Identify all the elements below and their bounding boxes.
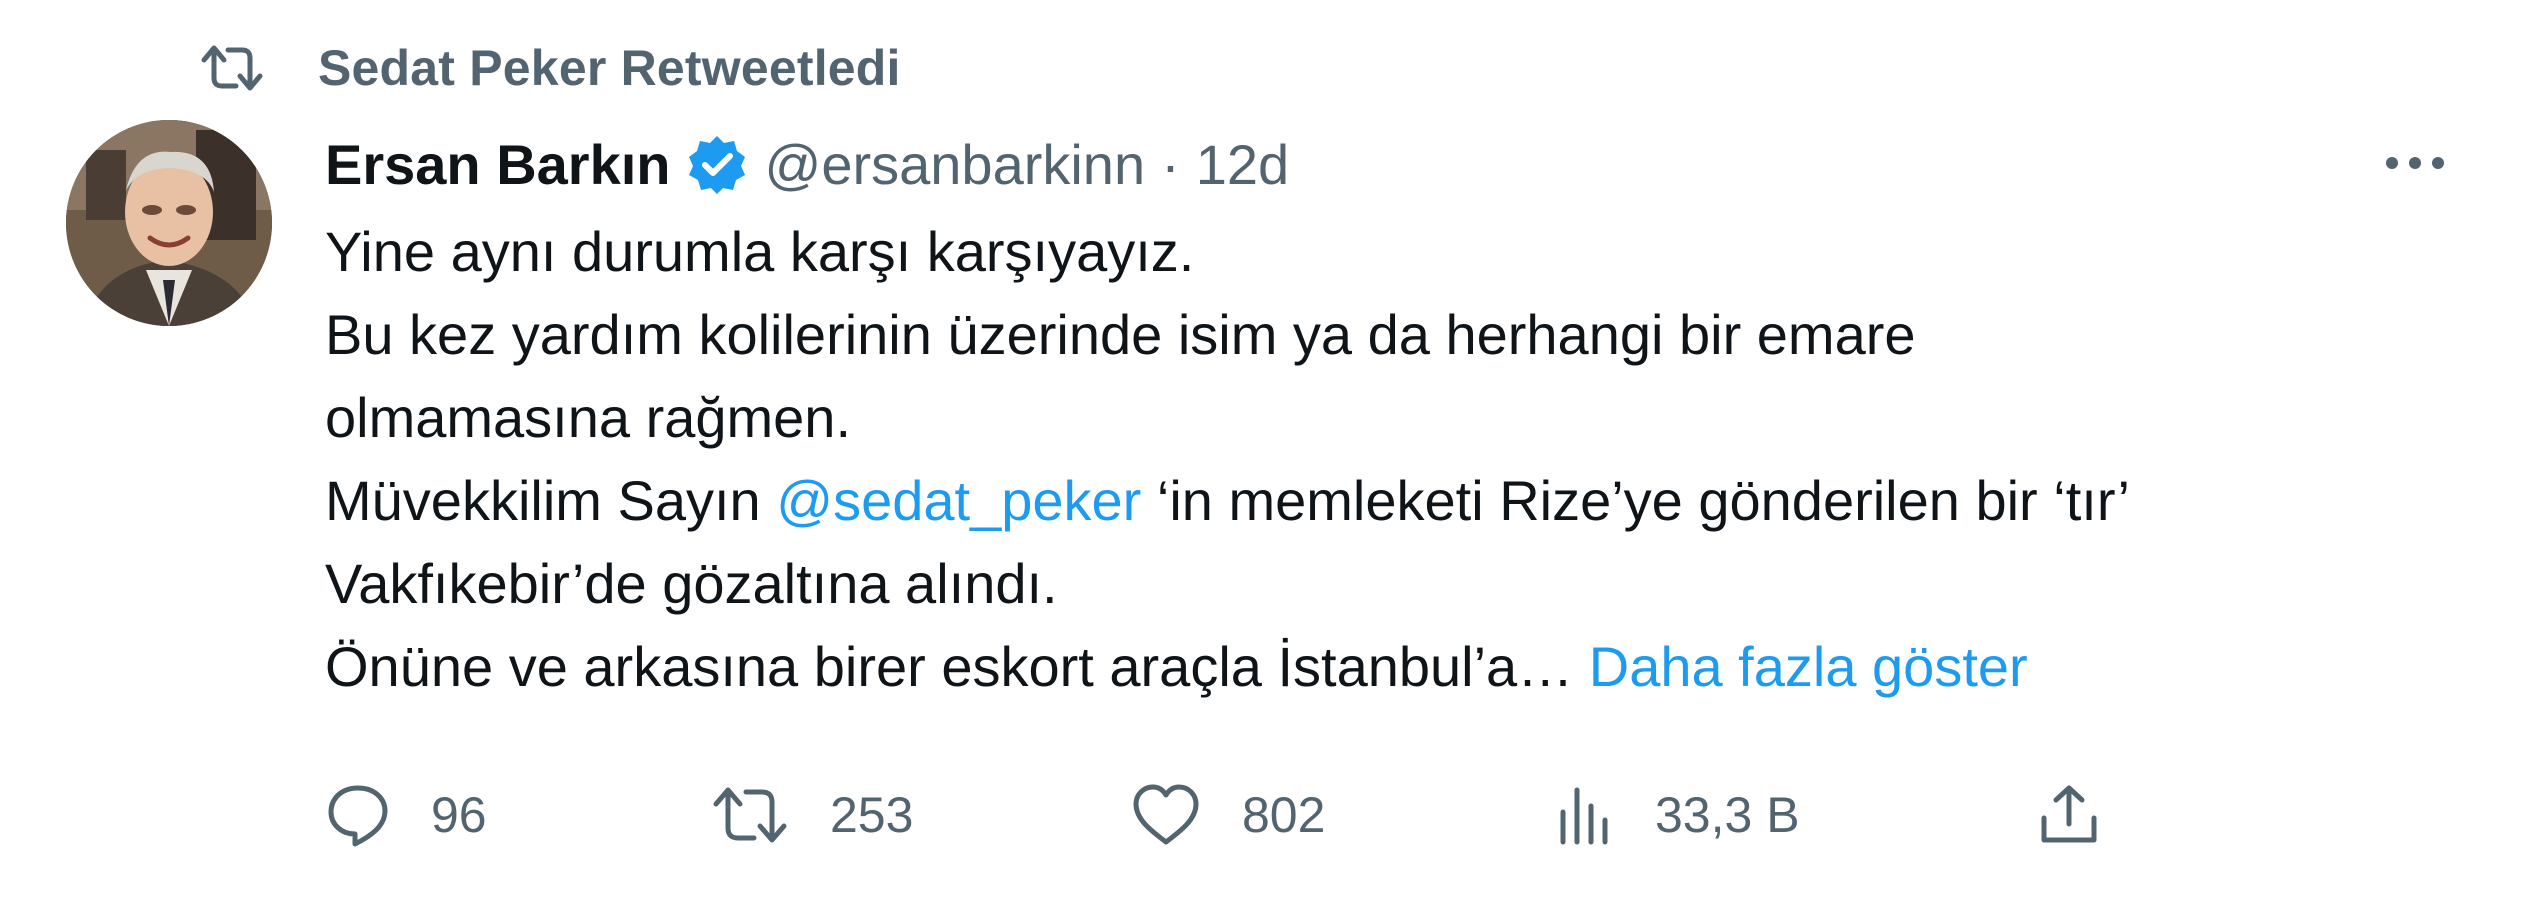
reply-count: 96 [431, 787, 487, 843]
separator-dot: · [1161, 132, 1180, 196]
show-more-link[interactable]: Daha fazla göster [1589, 635, 2028, 698]
text-line: Yine aynı durumla karşı karşıyayız. [325, 220, 1195, 283]
tweet-text: Yine aynı durumla karşı karşıyayız. Bu k… [325, 210, 2425, 708]
share-icon [2041, 785, 2097, 843]
tweet-card[interactable]: Sedat Peker Retweetledi Ersan Barkın @er… [0, 0, 2523, 900]
view-count: 33,3 B [1655, 787, 1800, 843]
avatar[interactable] [66, 120, 272, 326]
text-line: Vakfıkebir’de gözaltına alındı. [325, 552, 1058, 615]
views-button[interactable]: 33,3 B [1555, 775, 1800, 855]
verified-badge-icon[interactable] [687, 134, 747, 194]
text-segment: Önüne ve arkasına birer eskort araçla İs… [325, 635, 1574, 698]
text-line: olmamasına rağmen. [325, 386, 852, 449]
mention-link[interactable]: @sedat_peker [776, 469, 1141, 532]
avatar-image [66, 120, 272, 326]
tweet-header: Ersan Barkın @ersanbarkinn · 12d [325, 128, 2425, 200]
share-button[interactable] [2036, 775, 2102, 855]
retweet-icon [713, 787, 787, 843]
reply-icon [328, 785, 388, 847]
tweet-time[interactable]: 12d [1196, 132, 1289, 197]
retweet-indicator: Sedat Peker Retweetledi [200, 38, 901, 98]
tweet-content: Ersan Barkın @ersanbarkinn · 12d Yine ay… [325, 128, 2425, 708]
text-line: Müvekkilim Sayın @sedat_peker ‘in memlek… [325, 459, 2425, 542]
text-line: Bu kez yardım kolilerinin üzerinde isim … [325, 303, 1916, 366]
author-name[interactable]: Ersan Barkın [325, 132, 671, 197]
text-segment: Müvekkilim Sayın [325, 469, 777, 532]
text-line: Önüne ve arkasına birer eskort araçla İs… [325, 625, 2425, 708]
retweet-count: 253 [830, 787, 914, 843]
retweet-icon [201, 45, 263, 91]
action-bar: 96 253 802 33,3 B [0, 775, 2523, 855]
like-count: 802 [1242, 787, 1326, 843]
heart-icon [1133, 784, 1199, 845]
reply-button[interactable]: 96 [325, 775, 487, 855]
retweet-label[interactable]: Sedat Peker Retweetledi [318, 39, 901, 97]
like-button[interactable]: 802 [1130, 775, 1325, 855]
text-segment: ‘in memleketi Rize’ye gönderilen bir ‘tı… [1141, 469, 2130, 532]
views-chart-icon [1560, 787, 1608, 845]
retweet-button[interactable]: 253 [710, 775, 913, 855]
author-handle[interactable]: @ersanbarkinn [765, 132, 1146, 197]
